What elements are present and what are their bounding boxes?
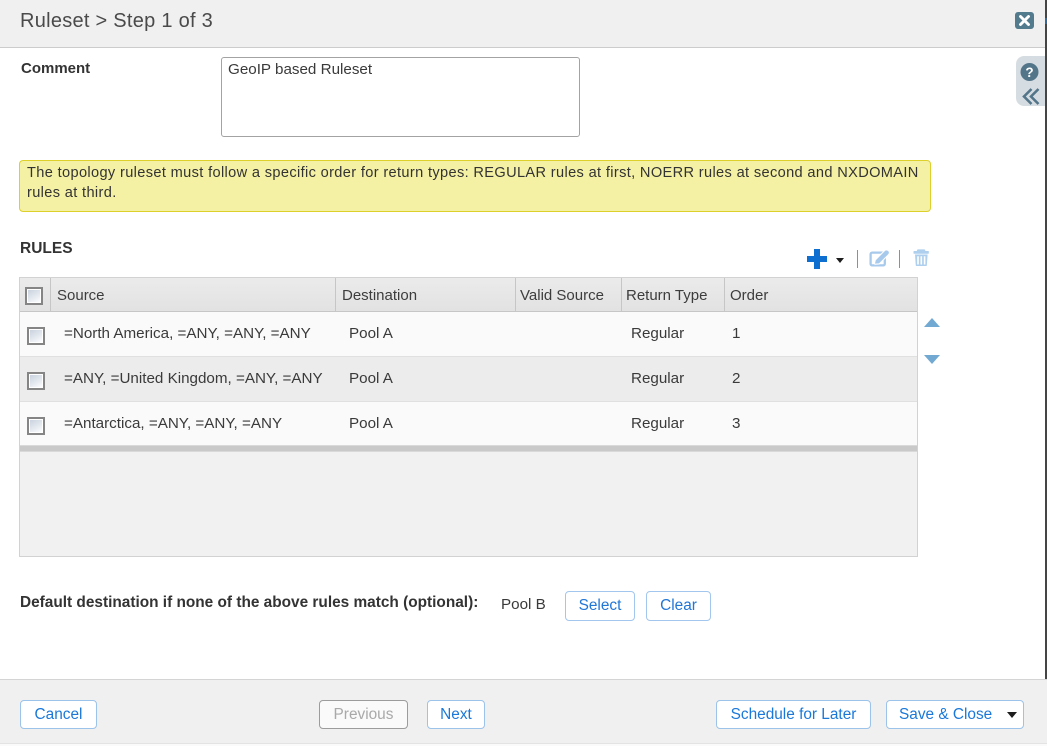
svg-text:?: ? (1025, 65, 1033, 80)
